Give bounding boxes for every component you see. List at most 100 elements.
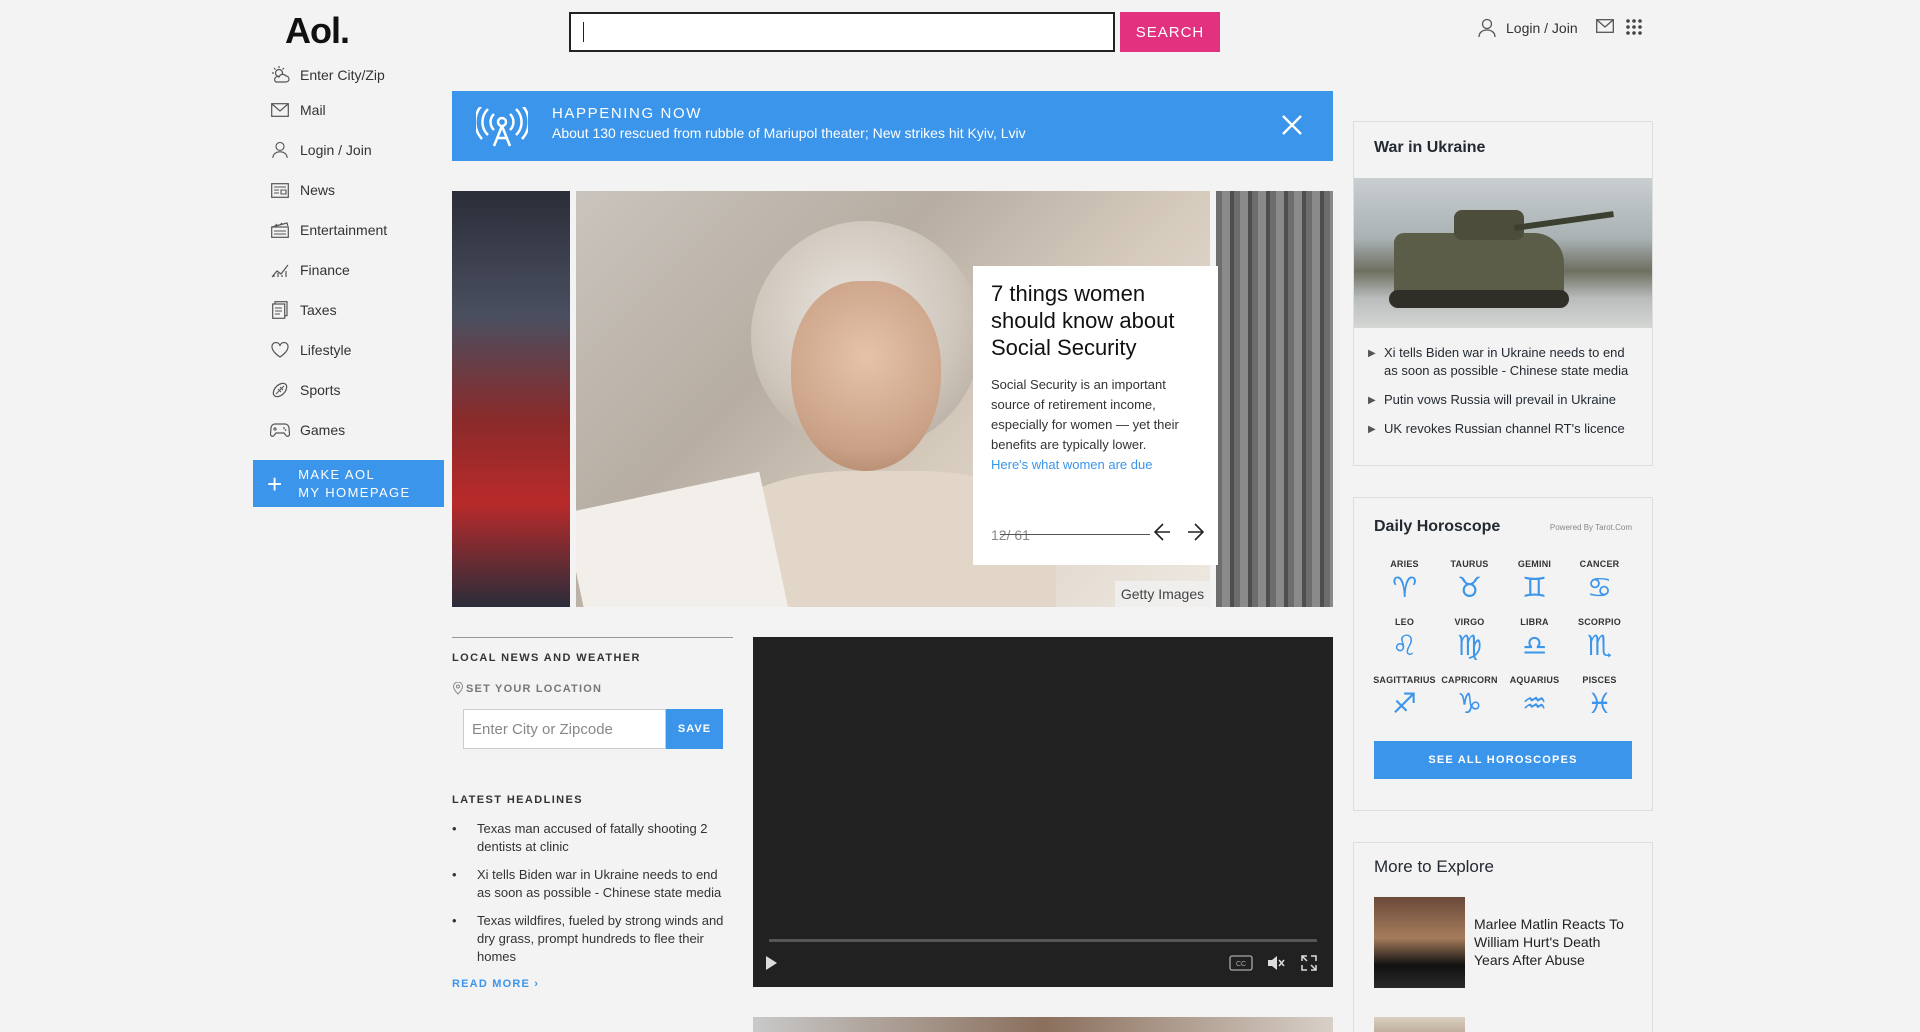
cancer-icon: ♋︎: [1586, 571, 1613, 604]
gemini-icon: ♊︎: [1521, 571, 1548, 604]
list-item[interactable]: UK revokes Russian channel RT's licence: [1368, 420, 1640, 439]
zodiac-sign-pisces[interactable]: PISCES ♓︎: [1567, 675, 1632, 719]
aquarius-icon: ♒︎: [1521, 687, 1548, 720]
carousel-next-slide[interactable]: [1216, 191, 1333, 607]
sidebar-item-sports[interactable]: Sports: [270, 370, 450, 410]
sidebar-item-label: Enter City/Zip: [300, 67, 385, 83]
zodiac-grid: ARIES ♈︎ TAURUS ♉︎ GEMINI ♊︎ CANCER ♋︎ LEO ♌︎…: [1372, 559, 1632, 719]
closed-captions-icon[interactable]: CC: [1229, 955, 1253, 971]
explore-item-title[interactable]: Marlee Matlin Reacts To William Hurt's D…: [1474, 915, 1639, 969]
ukraine-headlines: Xi tells Biden war in Ukraine needs to e…: [1368, 344, 1640, 449]
close-icon[interactable]: [1281, 114, 1303, 141]
sidebar-item-news[interactable]: News: [270, 170, 450, 210]
ukraine-photo[interactable]: [1354, 178, 1652, 328]
next-video-thumbnail[interactable]: [753, 1017, 1333, 1032]
carousel-pager: 12/ 61: [991, 522, 1205, 547]
aries-icon: ♈︎: [1391, 571, 1418, 604]
zodiac-sign-cancer[interactable]: CANCER ♋︎: [1567, 559, 1632, 603]
play-icon[interactable]: [763, 955, 779, 971]
list-item[interactable]: Texas man accused of fatally shooting 2 …: [452, 820, 733, 856]
zodiac-sign-virgo[interactable]: VIRGO ♍︎: [1437, 617, 1502, 661]
happening-text[interactable]: About 130 rescued from rubble of Mariupo…: [552, 125, 1026, 141]
sidebar-item-weather[interactable]: Enter City/Zip: [270, 60, 450, 90]
zodiac-sign-gemini[interactable]: GEMINI ♊︎: [1502, 559, 1567, 603]
sidebar-item-mail[interactable]: Mail: [270, 90, 450, 130]
sidebar-item-finance[interactable]: Finance: [270, 250, 450, 290]
carousel-prev-slide[interactable]: [452, 191, 570, 607]
zodiac-sign-leo[interactable]: LEO ♌︎: [1372, 617, 1437, 661]
sidebar-item-entertainment[interactable]: Entertainment: [270, 210, 450, 250]
sidebar-item-label: Finance: [300, 262, 350, 278]
list-item[interactable]: Xi tells Biden war in Ukraine needs to e…: [1368, 344, 1640, 380]
gamepad-icon: [270, 420, 290, 440]
login-label: Login / Join: [1506, 20, 1578, 36]
mute-icon[interactable]: [1267, 955, 1285, 971]
horoscope-title: Daily Horoscope: [1374, 518, 1501, 535]
sidebar-item-label: Login / Join: [300, 142, 372, 158]
clapper-icon: [270, 220, 290, 240]
explore-title: More to Explore: [1374, 857, 1494, 876]
sidebar-item-games[interactable]: Games: [270, 410, 450, 450]
chart-icon: [270, 260, 290, 280]
header-login-link[interactable]: Login / Join: [1478, 18, 1578, 38]
news-icon: [270, 180, 290, 200]
sidebar-item-label: Mail: [300, 102, 326, 118]
sidebar-item-lifestyle[interactable]: Lifestyle: [270, 330, 450, 370]
aol-logo[interactable]: Aol.: [285, 10, 350, 52]
plus-icon: +: [267, 468, 283, 499]
mail-icon[interactable]: [1596, 19, 1614, 38]
apps-grid-icon[interactable]: [1625, 18, 1643, 41]
leo-icon: ♌︎: [1391, 629, 1418, 662]
list-item[interactable]: Xi tells Biden war in Ukraine needs to e…: [452, 866, 733, 902]
zipcode-input[interactable]: Enter City or Zipcode: [463, 709, 666, 749]
ukraine-title[interactable]: War in Ukraine: [1374, 139, 1485, 157]
powered-by[interactable]: Powered By Tarot.Com: [1550, 523, 1632, 532]
video-progress-bar[interactable]: [769, 939, 1317, 942]
sidebar-item-taxes[interactable]: Taxes: [270, 290, 450, 330]
capricorn-icon: ♑︎: [1456, 687, 1483, 720]
location-pin-icon: [452, 682, 464, 695]
zodiac-sign-sagittarius[interactable]: SAGITTARIUS ♐︎: [1372, 675, 1437, 719]
carousel-title[interactable]: 7 things women should know about Social …: [991, 280, 1200, 361]
happening-now-banner[interactable]: HAPPENING NOW About 130 rescued from rub…: [452, 91, 1333, 161]
search-button[interactable]: SEARCH: [1120, 12, 1220, 52]
make-homepage-button[interactable]: + MAKE AOL MY HOMEPAGE: [253, 460, 444, 507]
sidebar-item-label: Lifestyle: [300, 342, 352, 358]
user-icon: [270, 140, 290, 160]
war-in-ukraine-card: War in Ukraine Xi tells Biden war in Ukr…: [1353, 121, 1653, 466]
arrow-left-icon[interactable]: [1153, 522, 1172, 547]
ball-icon: [270, 380, 290, 400]
set-location-link[interactable]: SET YOUR LOCATION: [452, 682, 733, 695]
sidebar-item-label: Games: [300, 422, 346, 438]
sidebar-item-label: Sports: [300, 382, 341, 398]
sidebar-item-login[interactable]: Login / Join: [270, 130, 450, 170]
video-player[interactable]: CC: [753, 637, 1333, 987]
save-location-button[interactable]: SAVE: [666, 709, 723, 749]
search-input[interactable]: [569, 12, 1115, 52]
carousel-link[interactable]: Here's what women are due: [991, 455, 1200, 475]
zodiac-sign-libra[interactable]: LIBRA ♎︎: [1502, 617, 1567, 661]
carousel-caption: 7 things women should know about Social …: [973, 266, 1218, 565]
fullscreen-icon[interactable]: [1301, 955, 1317, 971]
make-homepage-label: MAKE AOL MY HOMEPAGE: [298, 466, 411, 500]
heart-icon: [270, 340, 290, 360]
zodiac-sign-capricorn[interactable]: CAPRICORN ♑︎: [1437, 675, 1502, 719]
sidebar-item-label: News: [300, 182, 336, 198]
list-item[interactable]: Putin vows Russia will prevail in Ukrain…: [1368, 391, 1640, 410]
read-more-link[interactable]: READ MORE ›: [452, 978, 733, 990]
zodiac-sign-scorpio[interactable]: SCORPIO ♏︎: [1567, 617, 1632, 661]
libra-icon: ♎︎: [1521, 629, 1548, 662]
explore-thumbnail[interactable]: [1374, 1017, 1465, 1032]
zodiac-sign-aries[interactable]: ARIES ♈︎: [1372, 559, 1437, 603]
zodiac-sign-taurus[interactable]: TAURUS ♉︎: [1437, 559, 1502, 603]
more-to-explore-card: More to Explore Marlee Matlin Reacts To …: [1353, 842, 1653, 1032]
see-all-horoscopes-button[interactable]: SEE ALL HOROSCOPES: [1374, 741, 1632, 779]
sidebar-nav: Enter City/Zip Mail Login / Join News En…: [270, 60, 450, 450]
zodiac-sign-aquarius[interactable]: AQUARIUS ♒︎: [1502, 675, 1567, 719]
sidebar-item-label: Taxes: [300, 302, 337, 318]
scorpio-icon: ♏︎: [1586, 629, 1613, 662]
arrow-right-icon[interactable]: [1186, 522, 1205, 547]
explore-thumbnail[interactable]: [1374, 897, 1465, 988]
list-item[interactable]: Texas wildfires, fueled by strong winds …: [452, 912, 733, 966]
svg-text:CC: CC: [1236, 961, 1246, 968]
